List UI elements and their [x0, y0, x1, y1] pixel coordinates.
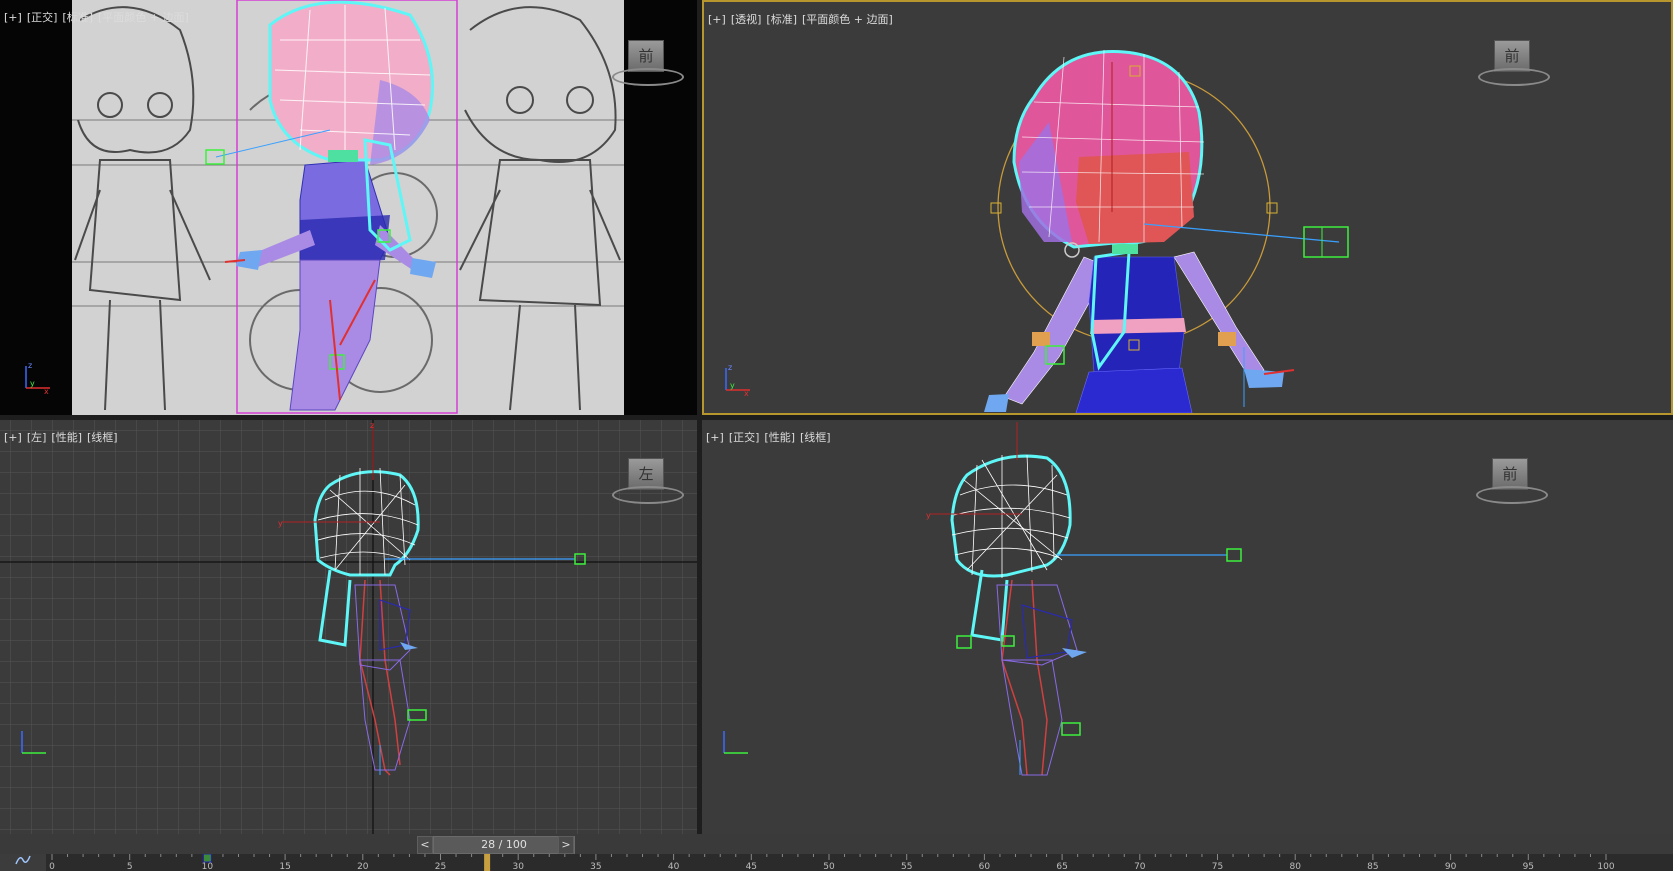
timeline-tick-label: 80: [1289, 862, 1301, 871]
viewport-menu-plus[interactable]: [+]: [4, 431, 22, 444]
timeline-tick-label: 30: [512, 862, 524, 871]
viewcube[interactable]: 前: [1478, 40, 1550, 88]
axis-tripod-icon: [21, 731, 46, 754]
viewport-view-mode[interactable]: [左]: [27, 431, 47, 444]
viewport-quality[interactable]: [标准]: [62, 11, 93, 24]
timeline-tick-label: 15: [279, 862, 290, 871]
timeline-tick-label: 50: [823, 862, 835, 871]
viewport-scene: y z: [0, 420, 697, 834]
prev-frame-button[interactable]: <: [417, 836, 433, 854]
viewport-view-mode[interactable]: [透视]: [731, 13, 762, 26]
svg-text:z: z: [370, 421, 374, 430]
svg-text:z: z: [728, 363, 732, 372]
timeline-tick-label: 100: [1597, 862, 1614, 871]
timeline-tick-label: 90: [1445, 862, 1457, 871]
timeline-tick-label: 60: [979, 862, 991, 871]
helper-box: [1226, 548, 1242, 562]
viewport-left[interactable]: [+] [左] [性能] [线框] y z 左: [0, 420, 697, 834]
timeline-tick-label: 70: [1134, 862, 1146, 871]
viewcube-ring[interactable]: [1478, 68, 1550, 86]
viewport-shading[interactable]: [平面颜色 + 边面]: [98, 11, 189, 24]
timeline-tick-label: 5: [127, 862, 133, 871]
viewcube-ring[interactable]: [1476, 486, 1548, 504]
curve-editor-button[interactable]: [0, 854, 46, 871]
viewport-scene: [72, 0, 624, 415]
timeline-tick-label: 40: [668, 862, 680, 871]
viewport-label[interactable]: [+] [透视] [标准] [平面颜色 + 边面]: [708, 11, 898, 27]
timeline-tick-label: 10: [202, 862, 214, 871]
timeline-tick-label: 65: [1056, 862, 1067, 871]
frame-counter: 28 / 100: [481, 838, 527, 851]
viewport-menu-plus[interactable]: [+]: [708, 13, 726, 26]
viewport-shading[interactable]: [线框]: [800, 431, 831, 444]
viewcube[interactable]: 左: [612, 458, 684, 506]
axis-tripod-icon: z y x: [725, 363, 750, 398]
viewport-label[interactable]: [+] [正交] [标准] [平面颜色 + 边面]: [4, 9, 194, 25]
timeline-tick-label: 95: [1523, 862, 1534, 871]
time-slider[interactable]: 28 / 100: [433, 836, 575, 854]
svg-text:x: x: [44, 387, 49, 396]
viewport-ortho-wireframe[interactable]: [+] [正交] [性能] [线框] y 前: [702, 420, 1673, 834]
viewcube[interactable]: 前: [1476, 458, 1548, 506]
viewport-menu-plus[interactable]: [+]: [4, 11, 22, 24]
timeline-tick-label: 45: [746, 862, 757, 871]
timeline-tick-label: 20: [357, 862, 369, 871]
current-frame-marker: [484, 854, 491, 871]
frame-slider-bar: [0, 834, 1673, 854]
timeline-track[interactable]: 0 5 10 15 20 25 30 35 40 45 50 55 60 65 70 75 80 85 90 95 10…: [46, 854, 1626, 871]
viewcube-ring[interactable]: [612, 486, 684, 504]
keyframe-marker: [202, 854, 212, 863]
svg-text:y: y: [926, 511, 931, 520]
axis-tripod-icon: [723, 731, 748, 754]
next-frame-button[interactable]: >: [558, 836, 574, 854]
axis-tripod-icon: z y x: [25, 361, 50, 396]
svg-text:y: y: [278, 519, 283, 528]
viewcube-ring[interactable]: [612, 68, 684, 86]
timeline[interactable]: 0 5 10 15 20 25 30 35 40 45 50 55 60 65 70 75 80 85 90 95 10…: [0, 854, 1673, 871]
viewport-view-mode[interactable]: [正交]: [27, 11, 58, 24]
viewport-front-ortho[interactable]: [+] [正交] [标准] [平面颜色 + 边面] 前 z y x: [0, 0, 697, 415]
viewport-shading[interactable]: [线框]: [87, 431, 118, 444]
viewport-shading[interactable]: [平面颜色 + 边面]: [802, 13, 893, 26]
svg-text:z: z: [28, 361, 32, 370]
curve-editor-icon: [15, 855, 31, 865]
viewport-quality[interactable]: [性能]: [764, 431, 795, 444]
helper-box: [1303, 226, 1349, 258]
svg-text:x: x: [744, 389, 749, 398]
timeline-tick-label: 75: [1212, 862, 1223, 871]
viewport-quality[interactable]: [性能]: [51, 431, 82, 444]
svg-text:y: y: [730, 381, 735, 390]
timeline-tick-label: 55: [901, 862, 912, 871]
viewport-view-mode[interactable]: [正交]: [729, 431, 760, 444]
viewport-quality[interactable]: [标准]: [766, 13, 797, 26]
viewport-menu-plus[interactable]: [+]: [706, 431, 724, 444]
svg-text:y: y: [30, 379, 35, 388]
viewport-label[interactable]: [+] [左] [性能] [线框]: [4, 429, 123, 445]
timeline-tick-label: 0: [49, 862, 55, 871]
viewport-label[interactable]: [+] [正交] [性能] [线框]: [706, 429, 836, 445]
timeline-tick-label: 35: [590, 862, 601, 871]
timeline-tick-label: 25: [435, 862, 446, 871]
viewcube[interactable]: 前: [612, 40, 684, 88]
timeline-tick-label: 85: [1367, 862, 1378, 871]
viewport-perspective[interactable]: [+] [透视] [标准] [平面颜色 + 边面] 前 z y x: [702, 0, 1673, 415]
